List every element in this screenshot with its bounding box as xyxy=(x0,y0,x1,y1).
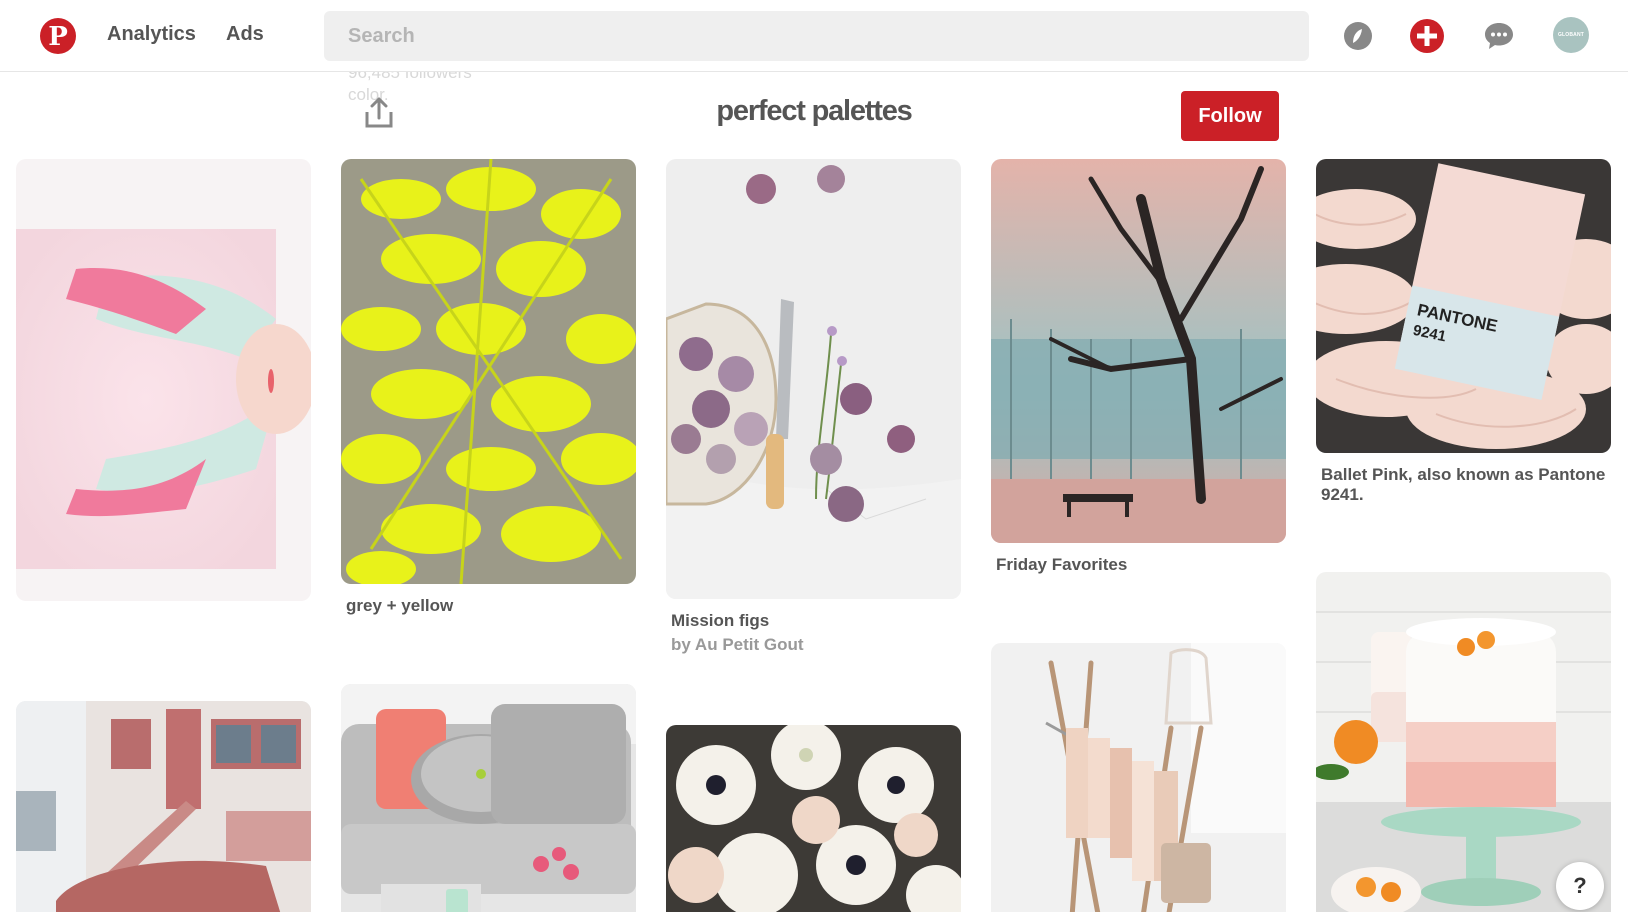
pin-card[interactable] xyxy=(16,159,311,601)
follow-button[interactable]: Follow xyxy=(1181,91,1279,141)
pin-image[interactable] xyxy=(341,159,636,584)
search-input[interactable] xyxy=(324,11,1309,61)
help-button[interactable]: ? xyxy=(1556,862,1604,910)
pin-image[interactable] xyxy=(666,159,961,599)
pin-image[interactable] xyxy=(1316,572,1611,912)
pin-image[interactable] xyxy=(666,725,961,912)
pin-card[interactable]: Friday Favorites xyxy=(991,159,1286,575)
explore-icon[interactable] xyxy=(1339,17,1377,55)
pin-title: Friday Favorites xyxy=(996,555,1128,574)
pin-card[interactable]: PANTONE 9241 Ballet Pink, also known as … xyxy=(1316,159,1611,505)
pin-image[interactable] xyxy=(16,159,311,601)
analytics-link[interactable]: Analytics xyxy=(107,23,196,46)
pin-image[interactable] xyxy=(16,701,311,912)
pinterest-logo[interactable]: P xyxy=(40,18,76,54)
top-nav-bar: P Analytics Ads GLOBANT xyxy=(0,0,1628,72)
board-title: perfect palettes xyxy=(716,95,912,127)
pin-title: grey + yellow xyxy=(346,596,454,615)
pin-card[interactable] xyxy=(1316,572,1611,912)
pin-title: Ballet Pink, also known as Pantone 9241. xyxy=(1321,465,1606,504)
pin-card[interactable]: Mission figs by Au Petit Gout xyxy=(666,159,961,655)
avatar[interactable]: GLOBANT xyxy=(1553,17,1589,53)
pin-card[interactable]: grey + yellow xyxy=(341,159,636,616)
logo-letter: P xyxy=(48,22,68,52)
messages-icon[interactable] xyxy=(1480,17,1518,55)
pin-image[interactable] xyxy=(341,684,636,912)
pin-subtitle: by Au Petit Gout xyxy=(671,635,804,654)
add-pin-icon[interactable] xyxy=(1408,17,1446,55)
pin-card[interactable] xyxy=(666,725,961,912)
ads-link[interactable]: Ads xyxy=(226,23,264,46)
pin-card[interactable] xyxy=(991,643,1286,912)
pin-card[interactable] xyxy=(16,701,311,912)
pin-card[interactable] xyxy=(341,684,636,912)
pin-image[interactable] xyxy=(991,159,1286,543)
pin-title: Mission figs xyxy=(671,611,770,630)
pin-image[interactable] xyxy=(991,643,1286,912)
pin-image[interactable]: PANTONE 9241 xyxy=(1316,159,1611,453)
